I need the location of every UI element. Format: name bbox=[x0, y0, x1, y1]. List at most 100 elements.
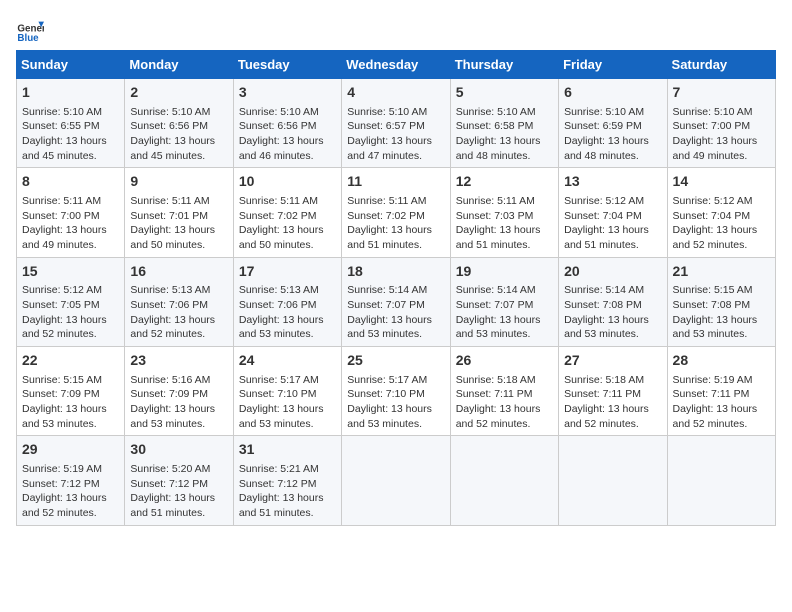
day-info: Sunrise: 5:17 AM Sunset: 7:10 PM Dayligh… bbox=[347, 373, 444, 432]
day-number: 28 bbox=[673, 351, 770, 371]
day-info: Sunrise: 5:10 AM Sunset: 6:56 PM Dayligh… bbox=[130, 105, 227, 164]
day-cell: 12Sunrise: 5:11 AM Sunset: 7:03 PM Dayli… bbox=[450, 168, 558, 257]
logo-icon: General Blue bbox=[16, 16, 44, 44]
day-number: 6 bbox=[564, 83, 661, 103]
day-cell: 1Sunrise: 5:10 AM Sunset: 6:55 PM Daylig… bbox=[17, 79, 125, 168]
day-info: Sunrise: 5:11 AM Sunset: 7:03 PM Dayligh… bbox=[456, 194, 553, 253]
day-cell: 21Sunrise: 5:15 AM Sunset: 7:08 PM Dayli… bbox=[667, 257, 775, 346]
day-number: 8 bbox=[22, 172, 119, 192]
day-info: Sunrise: 5:13 AM Sunset: 7:06 PM Dayligh… bbox=[130, 283, 227, 342]
logo: General Blue bbox=[16, 16, 48, 44]
header-cell-thursday: Thursday bbox=[450, 51, 558, 79]
day-info: Sunrise: 5:13 AM Sunset: 7:06 PM Dayligh… bbox=[239, 283, 336, 342]
day-cell bbox=[450, 436, 558, 525]
day-cell: 15Sunrise: 5:12 AM Sunset: 7:05 PM Dayli… bbox=[17, 257, 125, 346]
day-cell: 26Sunrise: 5:18 AM Sunset: 7:11 PM Dayli… bbox=[450, 347, 558, 436]
day-number: 2 bbox=[130, 83, 227, 103]
day-cell: 3Sunrise: 5:10 AM Sunset: 6:56 PM Daylig… bbox=[233, 79, 341, 168]
day-cell: 23Sunrise: 5:16 AM Sunset: 7:09 PM Dayli… bbox=[125, 347, 233, 436]
day-info: Sunrise: 5:11 AM Sunset: 7:02 PM Dayligh… bbox=[347, 194, 444, 253]
day-cell bbox=[342, 436, 450, 525]
day-cell: 10Sunrise: 5:11 AM Sunset: 7:02 PM Dayli… bbox=[233, 168, 341, 257]
day-number: 26 bbox=[456, 351, 553, 371]
day-info: Sunrise: 5:16 AM Sunset: 7:09 PM Dayligh… bbox=[130, 373, 227, 432]
day-cell: 2Sunrise: 5:10 AM Sunset: 6:56 PM Daylig… bbox=[125, 79, 233, 168]
day-info: Sunrise: 5:10 AM Sunset: 6:59 PM Dayligh… bbox=[564, 105, 661, 164]
header-cell-sunday: Sunday bbox=[17, 51, 125, 79]
day-number: 12 bbox=[456, 172, 553, 192]
day-cell: 6Sunrise: 5:10 AM Sunset: 6:59 PM Daylig… bbox=[559, 79, 667, 168]
day-number: 25 bbox=[347, 351, 444, 371]
header-cell-tuesday: Tuesday bbox=[233, 51, 341, 79]
day-number: 29 bbox=[22, 440, 119, 460]
day-info: Sunrise: 5:11 AM Sunset: 7:02 PM Dayligh… bbox=[239, 194, 336, 253]
day-info: Sunrise: 5:14 AM Sunset: 7:07 PM Dayligh… bbox=[347, 283, 444, 342]
day-info: Sunrise: 5:21 AM Sunset: 7:12 PM Dayligh… bbox=[239, 462, 336, 521]
day-cell: 8Sunrise: 5:11 AM Sunset: 7:00 PM Daylig… bbox=[17, 168, 125, 257]
day-number: 10 bbox=[239, 172, 336, 192]
day-number: 20 bbox=[564, 262, 661, 282]
svg-text:Blue: Blue bbox=[17, 33, 39, 44]
day-cell: 14Sunrise: 5:12 AM Sunset: 7:04 PM Dayli… bbox=[667, 168, 775, 257]
week-row-3: 15Sunrise: 5:12 AM Sunset: 7:05 PM Dayli… bbox=[17, 257, 776, 346]
calendar-header-row: SundayMondayTuesdayWednesdayThursdayFrid… bbox=[17, 51, 776, 79]
day-cell: 19Sunrise: 5:14 AM Sunset: 7:07 PM Dayli… bbox=[450, 257, 558, 346]
day-info: Sunrise: 5:15 AM Sunset: 7:08 PM Dayligh… bbox=[673, 283, 770, 342]
day-number: 11 bbox=[347, 172, 444, 192]
day-cell bbox=[559, 436, 667, 525]
day-info: Sunrise: 5:11 AM Sunset: 7:01 PM Dayligh… bbox=[130, 194, 227, 253]
day-info: Sunrise: 5:19 AM Sunset: 7:12 PM Dayligh… bbox=[22, 462, 119, 521]
day-number: 17 bbox=[239, 262, 336, 282]
day-info: Sunrise: 5:12 AM Sunset: 7:04 PM Dayligh… bbox=[564, 194, 661, 253]
day-cell: 22Sunrise: 5:15 AM Sunset: 7:09 PM Dayli… bbox=[17, 347, 125, 436]
day-number: 16 bbox=[130, 262, 227, 282]
day-number: 3 bbox=[239, 83, 336, 103]
day-number: 31 bbox=[239, 440, 336, 460]
week-row-5: 29Sunrise: 5:19 AM Sunset: 7:12 PM Dayli… bbox=[17, 436, 776, 525]
header-cell-saturday: Saturday bbox=[667, 51, 775, 79]
day-number: 22 bbox=[22, 351, 119, 371]
day-number: 7 bbox=[673, 83, 770, 103]
day-number: 27 bbox=[564, 351, 661, 371]
day-cell: 11Sunrise: 5:11 AM Sunset: 7:02 PM Dayli… bbox=[342, 168, 450, 257]
day-number: 18 bbox=[347, 262, 444, 282]
day-info: Sunrise: 5:12 AM Sunset: 7:04 PM Dayligh… bbox=[673, 194, 770, 253]
day-number: 14 bbox=[673, 172, 770, 192]
day-info: Sunrise: 5:11 AM Sunset: 7:00 PM Dayligh… bbox=[22, 194, 119, 253]
week-row-2: 8Sunrise: 5:11 AM Sunset: 7:00 PM Daylig… bbox=[17, 168, 776, 257]
week-row-1: 1Sunrise: 5:10 AM Sunset: 6:55 PM Daylig… bbox=[17, 79, 776, 168]
day-info: Sunrise: 5:15 AM Sunset: 7:09 PM Dayligh… bbox=[22, 373, 119, 432]
day-number: 13 bbox=[564, 172, 661, 192]
day-info: Sunrise: 5:14 AM Sunset: 7:08 PM Dayligh… bbox=[564, 283, 661, 342]
day-number: 5 bbox=[456, 83, 553, 103]
day-number: 23 bbox=[130, 351, 227, 371]
header-cell-monday: Monday bbox=[125, 51, 233, 79]
day-info: Sunrise: 5:20 AM Sunset: 7:12 PM Dayligh… bbox=[130, 462, 227, 521]
day-number: 30 bbox=[130, 440, 227, 460]
day-cell: 18Sunrise: 5:14 AM Sunset: 7:07 PM Dayli… bbox=[342, 257, 450, 346]
day-info: Sunrise: 5:10 AM Sunset: 6:57 PM Dayligh… bbox=[347, 105, 444, 164]
day-cell: 5Sunrise: 5:10 AM Sunset: 6:58 PM Daylig… bbox=[450, 79, 558, 168]
day-info: Sunrise: 5:18 AM Sunset: 7:11 PM Dayligh… bbox=[564, 373, 661, 432]
day-cell: 25Sunrise: 5:17 AM Sunset: 7:10 PM Dayli… bbox=[342, 347, 450, 436]
day-number: 21 bbox=[673, 262, 770, 282]
day-cell: 9Sunrise: 5:11 AM Sunset: 7:01 PM Daylig… bbox=[125, 168, 233, 257]
week-row-4: 22Sunrise: 5:15 AM Sunset: 7:09 PM Dayli… bbox=[17, 347, 776, 436]
day-info: Sunrise: 5:17 AM Sunset: 7:10 PM Dayligh… bbox=[239, 373, 336, 432]
day-cell: 27Sunrise: 5:18 AM Sunset: 7:11 PM Dayli… bbox=[559, 347, 667, 436]
day-number: 24 bbox=[239, 351, 336, 371]
day-info: Sunrise: 5:14 AM Sunset: 7:07 PM Dayligh… bbox=[456, 283, 553, 342]
day-info: Sunrise: 5:10 AM Sunset: 6:56 PM Dayligh… bbox=[239, 105, 336, 164]
day-cell: 30Sunrise: 5:20 AM Sunset: 7:12 PM Dayli… bbox=[125, 436, 233, 525]
header-cell-friday: Friday bbox=[559, 51, 667, 79]
day-cell: 20Sunrise: 5:14 AM Sunset: 7:08 PM Dayli… bbox=[559, 257, 667, 346]
day-info: Sunrise: 5:10 AM Sunset: 6:55 PM Dayligh… bbox=[22, 105, 119, 164]
day-cell: 16Sunrise: 5:13 AM Sunset: 7:06 PM Dayli… bbox=[125, 257, 233, 346]
page-header: General Blue bbox=[16, 16, 776, 44]
day-info: Sunrise: 5:12 AM Sunset: 7:05 PM Dayligh… bbox=[22, 283, 119, 342]
calendar-table: SundayMondayTuesdayWednesdayThursdayFrid… bbox=[16, 50, 776, 526]
calendar-body: 1Sunrise: 5:10 AM Sunset: 6:55 PM Daylig… bbox=[17, 79, 776, 526]
day-number: 4 bbox=[347, 83, 444, 103]
day-cell: 17Sunrise: 5:13 AM Sunset: 7:06 PM Dayli… bbox=[233, 257, 341, 346]
day-cell: 29Sunrise: 5:19 AM Sunset: 7:12 PM Dayli… bbox=[17, 436, 125, 525]
